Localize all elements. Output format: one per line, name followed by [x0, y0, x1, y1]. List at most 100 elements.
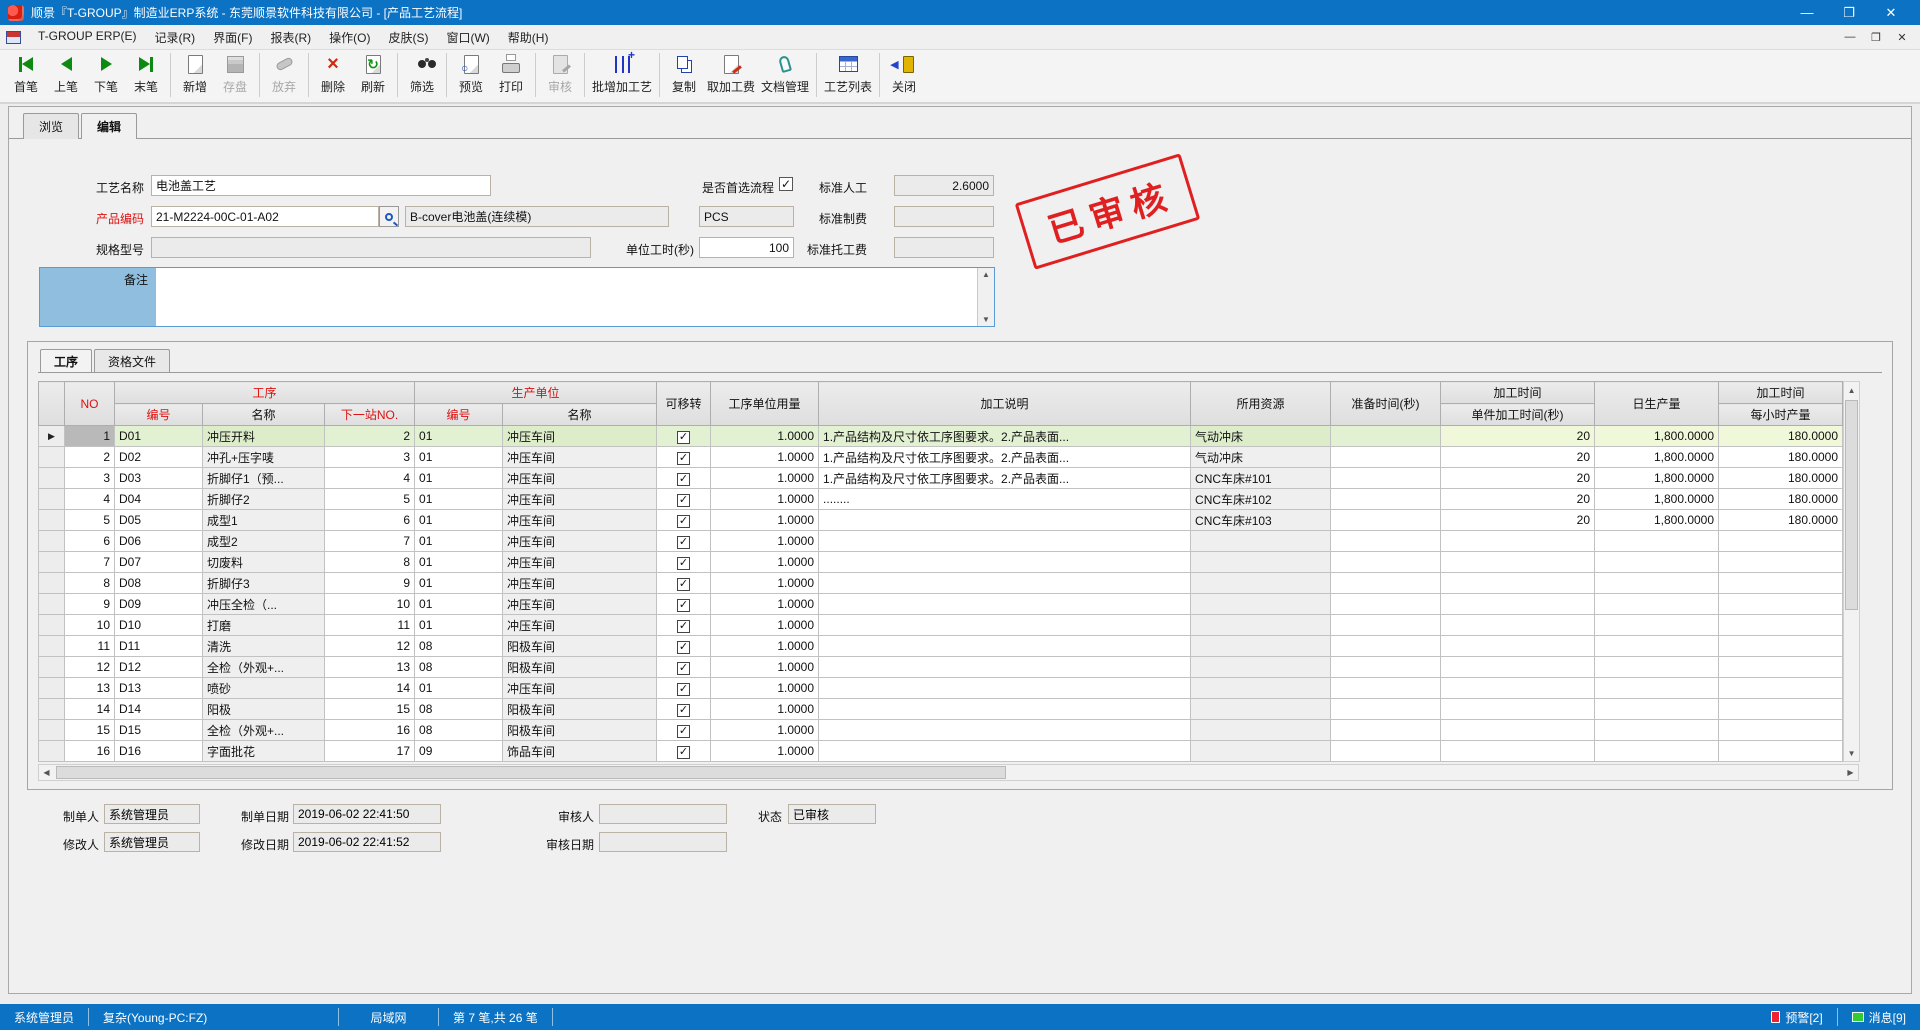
row-selector-cell[interactable]	[39, 615, 65, 636]
cell-unit_time[interactable]: 20	[1441, 489, 1595, 510]
cell-usage[interactable]: 1.0000	[711, 552, 819, 573]
toolbar-button-next-record[interactable]: 下笔	[86, 51, 126, 99]
cell-daily[interactable]: 1,800.0000	[1595, 510, 1719, 531]
cell-prep[interactable]	[1331, 531, 1441, 552]
cell-unit_time[interactable]: 20	[1441, 510, 1595, 531]
cell-code[interactable]: D11	[115, 636, 203, 657]
cell-resource[interactable]	[1191, 636, 1331, 657]
spec-model-input[interactable]	[151, 237, 591, 258]
cell-code[interactable]: D08	[115, 573, 203, 594]
checkbox-checked-icon[interactable]: ✓	[677, 725, 690, 738]
close-icon[interactable]: ✕	[1870, 0, 1912, 25]
cell-hourly[interactable]	[1719, 699, 1843, 720]
cell-unit_name[interactable]: 冲压车间	[503, 531, 657, 552]
cell-daily[interactable]	[1595, 636, 1719, 657]
cell-code[interactable]: D10	[115, 615, 203, 636]
cell-prep[interactable]	[1331, 741, 1441, 762]
checkbox-checked-icon[interactable]: ✓	[677, 683, 690, 696]
cell-unit_code[interactable]: 01	[415, 615, 503, 636]
vertical-scroll-thumb[interactable]	[1845, 400, 1858, 610]
cell-unit_code[interactable]: 01	[415, 447, 503, 468]
cell-next[interactable]: 12	[325, 636, 415, 657]
row-selector-cell[interactable]	[39, 699, 65, 720]
cell-unit_code[interactable]: 01	[415, 489, 503, 510]
remark-scrollbar[interactable]: ▲ ▼	[977, 268, 994, 326]
cell-resource[interactable]	[1191, 720, 1331, 741]
cell-desc[interactable]	[819, 615, 1191, 636]
cell-usage[interactable]: 1.0000	[711, 426, 819, 447]
toolbar-button-close-window[interactable]: ◀关闭	[884, 51, 924, 99]
cell-resource[interactable]	[1191, 699, 1331, 720]
cell-hourly[interactable]	[1719, 594, 1843, 615]
cell-prep[interactable]	[1331, 468, 1441, 489]
row-selector-cell[interactable]	[39, 657, 65, 678]
cell-daily[interactable]	[1595, 699, 1719, 720]
cell-name[interactable]: 折脚仔3	[203, 573, 325, 594]
cell-usage[interactable]: 1.0000	[711, 510, 819, 531]
cell-resource[interactable]	[1191, 594, 1331, 615]
tab-browse[interactable]: 浏览	[23, 113, 79, 139]
cell-desc[interactable]	[819, 720, 1191, 741]
checkbox-checked-icon[interactable]: ✓	[677, 662, 690, 675]
cell-no[interactable]: 6	[65, 531, 115, 552]
cell-prep[interactable]	[1331, 447, 1441, 468]
row-selector-cell[interactable]	[39, 510, 65, 531]
cell-daily[interactable]	[1595, 720, 1719, 741]
cell-prep[interactable]	[1331, 552, 1441, 573]
cell-no[interactable]: 12	[65, 657, 115, 678]
cell-resource[interactable]	[1191, 741, 1331, 762]
cell-hourly[interactable]: 180.0000	[1719, 426, 1843, 447]
cell-resource[interactable]	[1191, 615, 1331, 636]
cell-movable-checkbox[interactable]: ✓	[657, 468, 711, 489]
cell-prep[interactable]	[1331, 510, 1441, 531]
row-selector-cell[interactable]	[39, 573, 65, 594]
cell-unit_time[interactable]	[1441, 594, 1595, 615]
cell-desc[interactable]	[819, 552, 1191, 573]
scroll-up-icon[interactable]: ▲	[1844, 382, 1859, 398]
mdi-minimize-icon[interactable]: —	[1842, 31, 1858, 44]
cell-no[interactable]: 4	[65, 489, 115, 510]
scroll-up-icon[interactable]: ▲	[982, 270, 990, 279]
cell-movable-checkbox[interactable]: ✓	[657, 552, 711, 573]
cell-no[interactable]: 5	[65, 510, 115, 531]
checkbox-checked-icon[interactable]: ✓	[677, 620, 690, 633]
cell-name[interactable]: 阳极	[203, 699, 325, 720]
cell-hourly[interactable]	[1719, 615, 1843, 636]
checkbox-checked-icon[interactable]: ✓	[677, 473, 690, 486]
cell-name[interactable]: 喷砂	[203, 678, 325, 699]
cell-unit_name[interactable]: 饰品车间	[503, 741, 657, 762]
toolbar-button-get-fee[interactable]: 取加工费	[704, 51, 758, 99]
cell-next[interactable]: 4	[325, 468, 415, 489]
cell-no[interactable]: 9	[65, 594, 115, 615]
cell-unit_time[interactable]	[1441, 741, 1595, 762]
remark-textarea[interactable]	[156, 268, 977, 326]
product-code-input[interactable]	[151, 206, 379, 227]
checkbox-checked-icon[interactable]: ✓	[677, 557, 690, 570]
cell-name[interactable]: 折脚仔1（预...	[203, 468, 325, 489]
checkbox-checked-icon[interactable]: ✓	[677, 704, 690, 717]
cell-usage[interactable]: 1.0000	[711, 615, 819, 636]
cell-unit_code[interactable]: 08	[415, 657, 503, 678]
checkbox-checked-icon[interactable]: ✓	[677, 515, 690, 528]
row-selector-cell[interactable]	[39, 552, 65, 573]
cell-code[interactable]: D02	[115, 447, 203, 468]
checkbox-checked-icon[interactable]: ✓	[677, 746, 690, 759]
cell-resource[interactable]	[1191, 531, 1331, 552]
tab-qualification-files[interactable]: 资格文件	[94, 349, 170, 373]
cell-movable-checkbox[interactable]: ✓	[657, 531, 711, 552]
cell-unit_name[interactable]: 阳极车间	[503, 720, 657, 741]
cell-prep[interactable]	[1331, 615, 1441, 636]
cell-desc[interactable]: 1.产品结构及尺寸依工序图要求。2.产品表面...	[819, 426, 1191, 447]
cell-unit_code[interactable]: 01	[415, 573, 503, 594]
checkbox-checked-icon[interactable]: ✓	[677, 494, 690, 507]
cell-name[interactable]: 成型1	[203, 510, 325, 531]
cell-unit_code[interactable]: 08	[415, 699, 503, 720]
cell-name[interactable]: 冲压全检（...	[203, 594, 325, 615]
cell-code[interactable]: D01	[115, 426, 203, 447]
cell-no[interactable]: 13	[65, 678, 115, 699]
cell-movable-checkbox[interactable]: ✓	[657, 699, 711, 720]
cell-movable-checkbox[interactable]: ✓	[657, 510, 711, 531]
cell-unit_name[interactable]: 冲压车间	[503, 426, 657, 447]
minimize-icon[interactable]: —	[1786, 0, 1828, 25]
scroll-down-icon[interactable]: ▼	[982, 315, 990, 324]
